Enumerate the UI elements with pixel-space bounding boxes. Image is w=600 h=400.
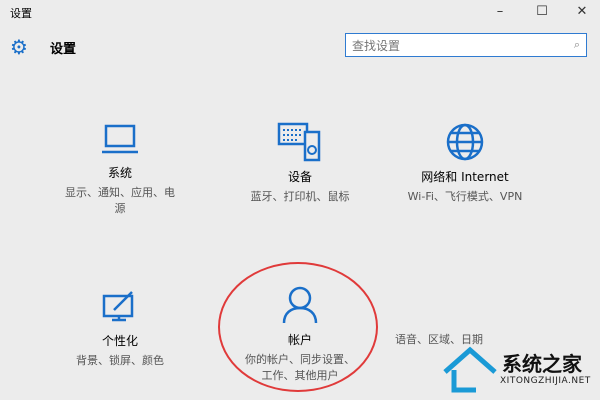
- devices-icon: [277, 122, 321, 162]
- search-input[interactable]: [350, 35, 564, 57]
- tile-personalization[interactable]: 个性化 背景、锁屏、颜色: [50, 290, 190, 369]
- tile-title: 系统: [107, 166, 132, 180]
- search-box[interactable]: ⌕: [345, 33, 587, 57]
- page-title: 设置: [50, 42, 77, 57]
- annotation-circle: [218, 262, 378, 392]
- language-icon: [395, 290, 535, 326]
- gear-icon: ⚙: [10, 35, 28, 59]
- search-icon[interactable]: ⌕: [574, 38, 580, 52]
- tile-title: 个性化: [101, 334, 138, 348]
- watermark-logo: 系统之家 XITONGZHIJIA.NET: [440, 340, 600, 400]
- tile-title: 网络和 Internet: [421, 170, 509, 184]
- tile-desc: Wi-Fi、飞行模式、VPN: [407, 190, 523, 203]
- tile-desc: 显示、通知、应用、电源: [65, 186, 175, 215]
- tile-network[interactable]: 网络和 Internet Wi-Fi、飞行模式、VPN: [395, 122, 535, 205]
- minimize-button[interactable]: –: [480, 0, 520, 24]
- tile-devices[interactable]: 设备 蓝牙、打印机、鼠标: [230, 122, 370, 205]
- watermark-en: XITONGZHIJIA.NET: [500, 376, 591, 386]
- tile-desc: 蓝牙、打印机、鼠标: [250, 190, 350, 203]
- window-title: 设置: [10, 7, 32, 20]
- tile-system[interactable]: 系统 显示、通知、应用、电源: [50, 122, 190, 217]
- tile-desc: 背景、锁屏、颜色: [76, 354, 164, 367]
- tile-title: 设备: [287, 170, 312, 184]
- maximize-button[interactable]: ☐: [522, 0, 562, 24]
- personalization-icon: [102, 291, 134, 322]
- laptop-icon: [102, 124, 138, 154]
- watermark-cn: 系统之家: [502, 352, 582, 376]
- globe-icon: [446, 123, 484, 161]
- close-button[interactable]: ✕: [562, 0, 600, 24]
